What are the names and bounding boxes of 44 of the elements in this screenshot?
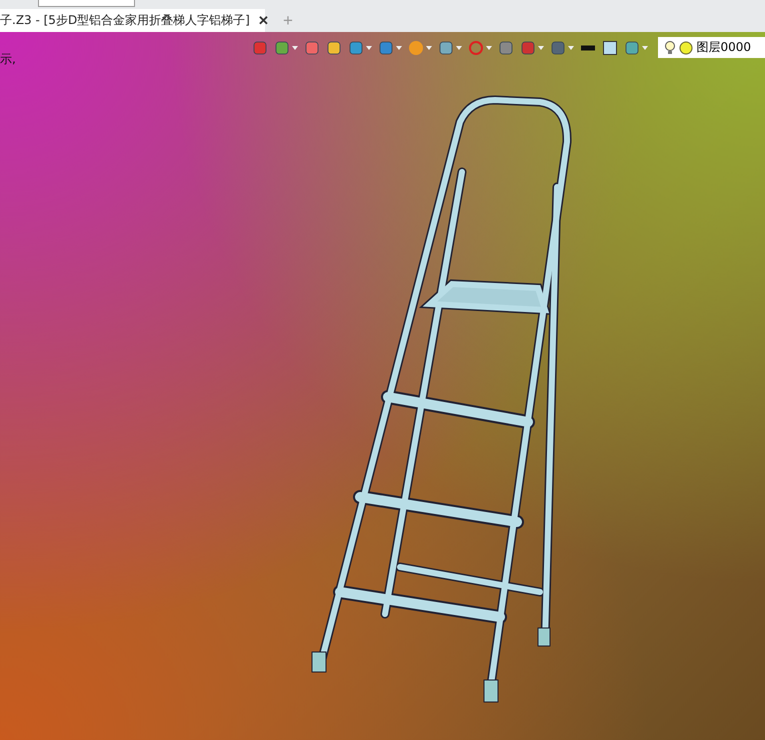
caret-icon bbox=[426, 46, 432, 50]
caret-icon bbox=[538, 46, 544, 50]
caret-icon bbox=[456, 46, 462, 50]
tab-title: 子.Z3 - [5步D型铝合金家用折叠梯人字铝梯子] bbox=[0, 12, 250, 29]
toolbar-button[interactable] bbox=[520, 40, 544, 56]
toolbar-icon bbox=[408, 40, 424, 56]
document-tab[interactable]: 子.Z3 - [5步D型铝合金家用折叠梯人字铝梯子] ✕ bbox=[0, 9, 265, 32]
toolbar-icon bbox=[348, 40, 364, 56]
toolbar-icon bbox=[520, 40, 536, 56]
toolbar-button[interactable] bbox=[438, 40, 462, 56]
caret-icon bbox=[366, 46, 372, 50]
caret-icon bbox=[292, 46, 298, 50]
toolbar-button[interactable] bbox=[468, 40, 492, 56]
hint-text: 示, bbox=[0, 51, 16, 68]
toolbar-icon bbox=[274, 40, 290, 56]
caret-icon bbox=[396, 46, 402, 50]
toolbar-button[interactable] bbox=[348, 40, 372, 56]
toolbar-icon bbox=[252, 40, 268, 56]
toolbar-button[interactable] bbox=[550, 40, 574, 56]
3d-viewport[interactable]: 示, 图层0000 bbox=[0, 32, 765, 740]
layer-name: 图层0000 bbox=[696, 39, 751, 56]
light-bulb-icon bbox=[664, 40, 676, 56]
toolbar-icon bbox=[304, 40, 320, 56]
toolbar-icon bbox=[326, 40, 342, 56]
toolbar-icon bbox=[624, 40, 640, 56]
toolbar-button[interactable] bbox=[326, 40, 342, 56]
toolbar-icon bbox=[550, 40, 566, 56]
layer-field[interactable]: 图层0000 bbox=[658, 37, 765, 58]
caret-icon bbox=[486, 46, 492, 50]
toolbar-button[interactable] bbox=[378, 40, 402, 56]
toolbar-button[interactable] bbox=[274, 40, 298, 56]
toolbar-icon bbox=[378, 40, 394, 56]
toolbar-button[interactable] bbox=[580, 44, 596, 50]
toolbar-button[interactable] bbox=[602, 40, 618, 56]
caret-icon bbox=[568, 46, 574, 50]
toolbar-icon bbox=[498, 40, 514, 56]
toolbar-icon bbox=[580, 44, 596, 50]
toolbar-icon bbox=[602, 40, 618, 56]
caret-icon bbox=[642, 46, 648, 50]
toolbar-button[interactable] bbox=[624, 40, 648, 56]
toolbar-icon bbox=[468, 40, 484, 56]
command-field[interactable] bbox=[38, 0, 135, 7]
toolbar-icon bbox=[438, 40, 454, 56]
circle-icon bbox=[679, 40, 694, 54]
